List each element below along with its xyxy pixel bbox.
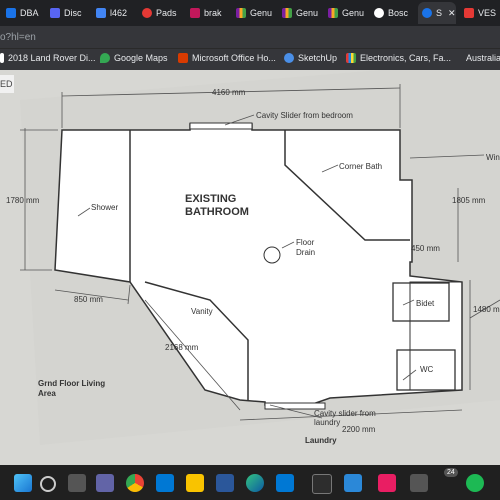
tab-favicon-icon bbox=[464, 8, 474, 18]
bookmark-sketchup[interactable]: SketchUp bbox=[284, 53, 337, 63]
tab-favicon-icon bbox=[50, 8, 60, 18]
living-area-label-1: Grnd Floor Living bbox=[38, 379, 105, 388]
photos-icon[interactable] bbox=[378, 474, 396, 492]
floor-plan: 4160 mm Cavity Slider from bedroom 1780 … bbox=[6, 70, 500, 445]
file-explorer-icon[interactable] bbox=[186, 474, 204, 492]
bookmarks-bar: 2018 Land Rover Di... Google Maps Micros… bbox=[0, 48, 500, 71]
windows-icon[interactable] bbox=[14, 474, 32, 492]
close-icon[interactable]: ✕ bbox=[448, 8, 456, 19]
tab-genu-2[interactable]: Genu bbox=[282, 2, 320, 24]
bookmark-office[interactable]: Microsoft Office Ho... bbox=[178, 53, 276, 63]
tab-brak[interactable]: brak bbox=[190, 2, 230, 24]
tab-pads[interactable]: Pads bbox=[142, 2, 182, 24]
bidet-label: Bidet bbox=[416, 299, 435, 308]
tab-favicon-icon bbox=[282, 8, 292, 18]
word-icon[interactable] bbox=[216, 474, 234, 492]
search-icon[interactable] bbox=[40, 476, 56, 492]
tab-bosch[interactable]: Bosc bbox=[374, 2, 412, 24]
notification-badge: 24 bbox=[444, 468, 458, 477]
existing-bathroom-title-2: BATHROOM bbox=[185, 206, 249, 218]
sketchup-icon bbox=[284, 53, 294, 63]
tab-l462[interactable]: l462 bbox=[96, 2, 132, 24]
cavity-laundry-label-1: Cavity slider from bbox=[314, 409, 376, 418]
outlook-icon[interactable] bbox=[156, 474, 174, 492]
dim-right-label: 1805 mm bbox=[452, 196, 486, 205]
tab-genu-3[interactable]: Genu bbox=[328, 2, 366, 24]
tab-dba[interactable]: DBA bbox=[6, 2, 42, 24]
bookmark-land-rover[interactable]: 2018 Land Rover Di... bbox=[0, 53, 96, 63]
floor-drain-label-1: Floor bbox=[296, 238, 315, 247]
dim-1480-label: 1480 mm bbox=[473, 305, 500, 314]
living-area-label-2: Area bbox=[38, 389, 56, 398]
cavity-laundry-label-2: laundry bbox=[314, 418, 340, 427]
tab-genu-1[interactable]: Genu bbox=[236, 2, 274, 24]
bookmark-google-maps[interactable]: Google Maps bbox=[100, 53, 168, 63]
window-label: Win bbox=[486, 153, 500, 162]
dim-top-label: 4160 mm bbox=[212, 88, 246, 97]
address-bar[interactable]: o?hl=en bbox=[0, 26, 500, 48]
tab-favicon-icon bbox=[422, 8, 432, 18]
bookmark-icon bbox=[0, 53, 4, 63]
spotify-icon[interactable] bbox=[466, 474, 484, 492]
tab-favicon-icon bbox=[96, 8, 106, 18]
wc-label: WC bbox=[420, 365, 434, 374]
task-view-icon[interactable] bbox=[68, 474, 86, 492]
corner-bath-label: Corner Bath bbox=[339, 162, 382, 171]
bookmark-australia[interactable]: Australia bbox=[466, 53, 500, 63]
google-icon bbox=[374, 8, 384, 18]
tab-ves[interactable]: VES bbox=[464, 2, 500, 24]
taskbar: 24 bbox=[0, 465, 500, 500]
dim-450-label: 450 mm bbox=[411, 244, 440, 253]
floor-drain-label-2: Drain bbox=[296, 248, 315, 257]
existing-bathroom-title-1: EXISTING bbox=[185, 193, 236, 205]
store-icon[interactable] bbox=[344, 474, 362, 492]
mail-icon[interactable] bbox=[276, 474, 294, 492]
tab-sketchup-active[interactable]: S ✕ bbox=[418, 2, 456, 24]
dim-left-label: 1780 mm bbox=[6, 196, 40, 205]
tab-favicon-icon bbox=[142, 8, 152, 18]
tab-favicon-icon bbox=[236, 8, 246, 18]
dim-2200-label: 2200 mm bbox=[342, 425, 376, 434]
chrome-icon[interactable] bbox=[126, 474, 144, 492]
laundry-label: Laundry bbox=[305, 436, 337, 445]
floor-plan-viewport[interactable]: 4160 mm Cavity Slider from bedroom 1780 … bbox=[0, 70, 500, 465]
dim-2168-label: 2168 mm bbox=[165, 343, 199, 352]
cavity-slider-bedroom-label: Cavity Slider from bedroom bbox=[256, 111, 353, 120]
dim-850-label: 850 mm bbox=[74, 295, 103, 304]
bookmark-icon bbox=[346, 53, 356, 63]
teams-icon[interactable] bbox=[96, 474, 114, 492]
maps-icon bbox=[100, 53, 110, 63]
vanity-label: Vanity bbox=[191, 307, 213, 316]
notification-app-icon[interactable] bbox=[410, 474, 428, 492]
side-panel-tab[interactable]: ED bbox=[0, 75, 14, 93]
bedroom-slider bbox=[189, 122, 253, 130]
edge-icon[interactable] bbox=[246, 474, 264, 492]
url-text: o?hl=en bbox=[0, 32, 36, 43]
terminal-icon[interactable] bbox=[312, 474, 332, 494]
office-icon bbox=[178, 53, 188, 63]
tab-favicon-icon bbox=[190, 8, 200, 18]
tab-favicon-icon bbox=[6, 8, 16, 18]
shower-label: Shower bbox=[91, 203, 118, 212]
tab-favicon-icon bbox=[328, 8, 338, 18]
bookmark-electronics[interactable]: Electronics, Cars, Fa... bbox=[346, 53, 451, 63]
tab-discord[interactable]: Disc bbox=[50, 2, 86, 24]
tab-bar: DBA Disc l462 Pads brak Genu Genu Genu B… bbox=[0, 0, 500, 26]
